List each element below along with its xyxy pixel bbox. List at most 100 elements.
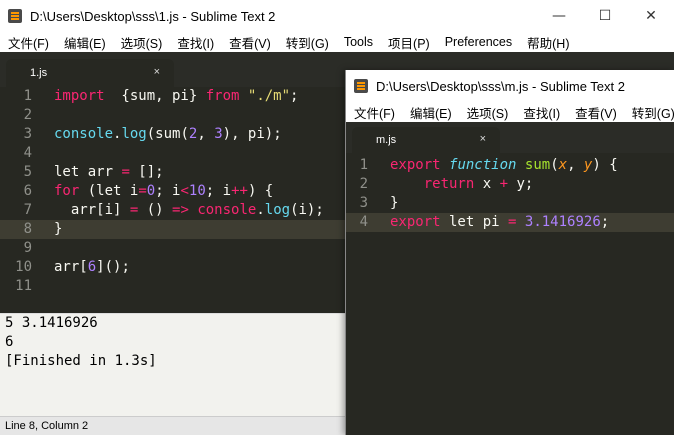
tab-strip: m.js × (346, 122, 674, 153)
tab-close-icon[interactable]: × (154, 66, 160, 78)
minimize-button[interactable]: — (536, 0, 582, 32)
code-token: {sum, pi} (104, 88, 206, 104)
line-number: 11 (15, 278, 32, 294)
code-token: 3 (214, 126, 223, 142)
code-line[interactable]: 2 return x + y; (346, 175, 674, 194)
code-token: 6 (87, 259, 97, 275)
code-token: let pi (440, 214, 509, 230)
line-number: 3 (23, 126, 32, 142)
tab-mjs[interactable]: m.js × (352, 127, 500, 153)
title-bar[interactable]: D:\Users\Desktop\sss\1.js - Sublime Text… (0, 0, 674, 32)
line-number: 1 (359, 157, 368, 173)
code-token: log (264, 202, 291, 218)
code-line[interactable]: 3} (346, 194, 674, 213)
code-token: arr[i] (54, 202, 130, 218)
line-number: 6 (23, 183, 32, 199)
line-number: 1 (23, 88, 32, 104)
menu-item-2[interactable]: 选项(S) (113, 33, 170, 52)
code-token: ; i (205, 183, 232, 199)
code-line[interactable]: 11 (0, 277, 345, 296)
title-bar[interactable]: D:\Users\Desktop\sss\m.js - Sublime Text… (346, 70, 674, 102)
code-line[interactable]: 4 (0, 144, 345, 163)
code-editor[interactable]: 1 import {sum, pi} from "./m"; 2 3 console.l… (0, 87, 345, 313)
menu-item-0[interactable]: 文件(F) (346, 103, 402, 122)
code-token: console (54, 126, 114, 142)
line-code: arr[i] = () => console.log(i); (54, 201, 324, 220)
code-token: 0 (146, 183, 156, 199)
maximize-button[interactable]: ☐ (582, 0, 628, 32)
menu-item-2[interactable]: 选项(S) (459, 103, 516, 122)
code-token: => (172, 202, 189, 218)
menu-item-6[interactable]: Tools (336, 35, 380, 49)
output-line: 6 (5, 334, 14, 350)
menu-item-8[interactable]: Preferences (437, 35, 519, 49)
code-token: x (474, 176, 500, 192)
code-token: (i); (290, 202, 324, 218)
line-code: console.log(sum(2, 3), pi); (54, 125, 282, 144)
code-line[interactable]: 1 export function sum(x, y) { (346, 156, 674, 175)
code-token: ; (600, 214, 610, 230)
code-token: ), pi); (222, 126, 282, 142)
code-editor[interactable]: 1 export function sum(x, y) {2 return x +… (346, 153, 674, 435)
code-token: ](); (96, 259, 130, 275)
menu-item-1[interactable]: 编辑(E) (402, 103, 459, 122)
menu-bar: 文件(F)编辑(E)选项(S)查找(I)查看(V)转到(G)T (346, 102, 674, 122)
code-line[interactable]: 1 import {sum, pi} from "./m"; (0, 87, 345, 106)
menu-item-4[interactable]: 查看(V) (221, 33, 278, 52)
line-number: 7 (23, 202, 32, 218)
line-number: 9 (23, 240, 32, 256)
build-output-panel: 5 3.1416926 6 [Finished in 1.3s] (0, 313, 345, 417)
minimize-icon: — (552, 8, 566, 24)
code-line[interactable]: 6 for (let i=0; i<10; i++) { (0, 182, 345, 201)
code-line[interactable]: 8} (0, 220, 345, 239)
code-line[interactable]: 3 console.log(sum(2, 3), pi); (0, 125, 345, 144)
code-line[interactable]: 7 arr[i] = () => console.log(i); (0, 201, 345, 220)
menu-item-9[interactable]: 帮助(H) (519, 33, 576, 52)
code-token: "./m" (247, 88, 291, 104)
code-token: console (197, 202, 257, 218)
code-line[interactable]: 4 export let pi = 3.1416926; (346, 213, 674, 232)
menu-item-3[interactable]: 查找(I) (515, 103, 567, 122)
tab-label: m.js (376, 134, 397, 146)
code-token: arr[ (54, 259, 88, 275)
code-token: export (390, 157, 441, 173)
close-button[interactable]: ✕ (628, 0, 674, 32)
line-code: return x + y; (390, 175, 534, 194)
tab-1js[interactable]: 1.js × (6, 59, 174, 87)
line-number: 2 (359, 176, 368, 192)
menu-item-5[interactable]: 转到(G) (278, 33, 336, 52)
code-token: return (423, 176, 475, 192)
menu-item-0[interactable]: 文件(F) (0, 33, 56, 52)
code-line[interactable]: 5 let arr = []; (0, 163, 345, 182)
code-token: ; i (155, 183, 181, 199)
menu-item-3[interactable]: 查找(I) (169, 33, 221, 52)
code-line[interactable]: 10 arr[6](); (0, 258, 345, 277)
window-title: D:\Users\Desktop\sss\1.js - Sublime Text… (30, 8, 276, 24)
menu-item-4[interactable]: 查看(V) (567, 103, 624, 122)
menu-bar: 文件(F) 编辑(E) 选项(S) 查找(I) 查看(V) 转到(G) Tools 项目(P)… (0, 32, 674, 52)
code-token: , (197, 126, 215, 142)
menu-item-7[interactable]: 项目(P) (380, 33, 437, 52)
code-token: () (138, 202, 173, 218)
code-token: } (54, 221, 63, 237)
code-token: + (499, 176, 509, 192)
line-number: 3 (359, 195, 368, 211)
menu-item-5[interactable]: 转到(G) (624, 103, 674, 122)
line-code: export function sum(x, y) { (390, 156, 618, 175)
output-line: [Finished in 1.3s] (5, 353, 157, 369)
maximize-icon: ☐ (598, 8, 612, 24)
menu-item-1[interactable]: 编辑(E) (56, 33, 113, 52)
code-token: []; (129, 164, 164, 180)
code-token: export (390, 214, 441, 230)
code-line[interactable]: 9 (0, 239, 345, 258)
line-code: import {sum, pi} from "./m"; (54, 87, 298, 106)
tab-close-icon[interactable]: × (480, 133, 486, 145)
code-token: ) { (247, 183, 274, 199)
code-line[interactable]: 2 (0, 106, 345, 125)
code-token: sum (524, 157, 551, 173)
code-token: . (256, 202, 265, 218)
